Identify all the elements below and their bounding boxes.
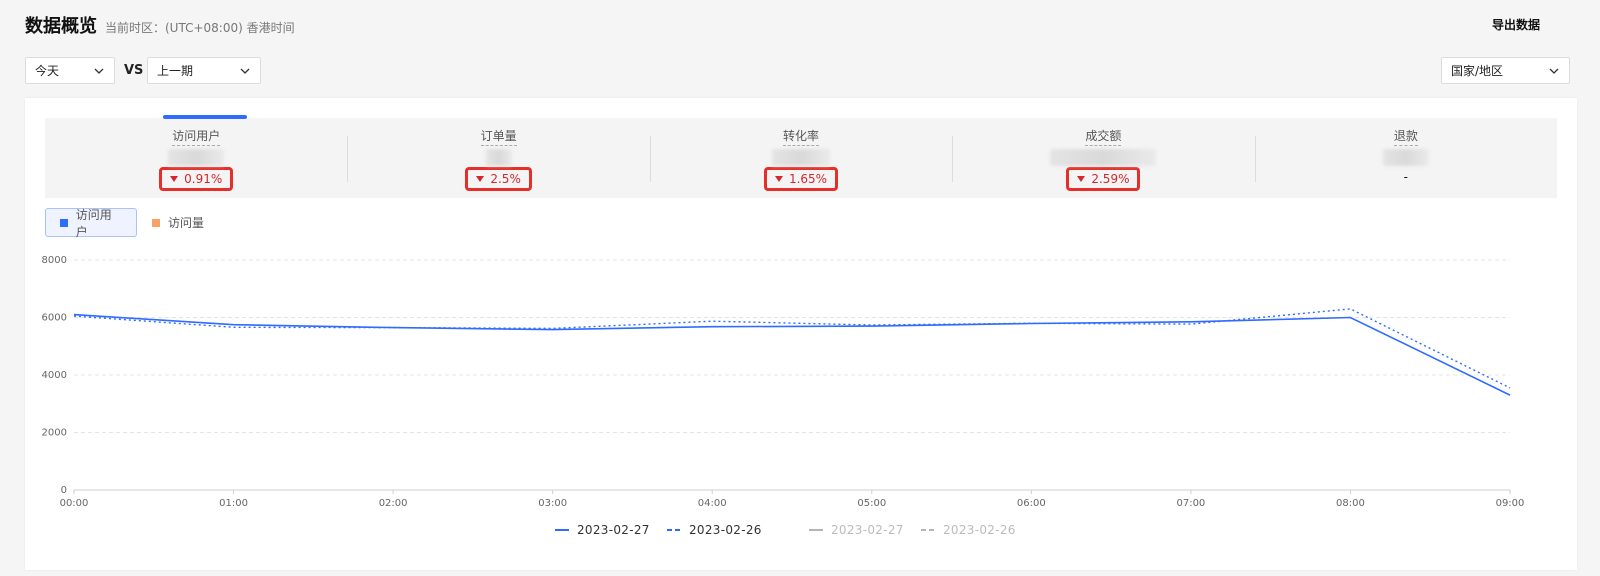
compare-select[interactable]: 上一期 [147,57,261,84]
y-tick-label: 0 [61,485,67,496]
y-tick-label: 8000 [42,255,67,266]
line-chart: 0 2000 4000 6000 8000 00:00 01:00 02:00 03:00 04:… [42,255,1525,537]
x-tick-label: 01:00 [219,498,248,509]
x-tick-label: 04:00 [698,498,727,509]
page-title: 数据概览 [25,16,97,37]
timezone-label: 当前时区：(UTC+08:00) 香港时间 [105,21,295,35]
x-tick-label: 00:00 [60,498,89,509]
y-tick-label: 6000 [42,313,67,324]
chevron-down-icon [1549,68,1559,74]
legend-label: 2023-02-27 [831,523,904,537]
vs-label: VS [124,63,144,78]
export-button[interactable]: 导出数据 [1492,16,1540,33]
x-tick-label: 09:00 [1496,498,1525,509]
chevron-down-icon [240,68,250,74]
period-select[interactable]: 今天 [25,57,115,84]
overview-panel: 访问用户 0.91% 订单量 2.5% 转化率 1.65% 成交额 2.59% … [25,98,1577,570]
compare-select-value: 上一期 [157,64,194,78]
x-tick-label: 06:00 [1017,498,1046,509]
y-tick-label: 4000 [42,370,67,381]
legend-label: 2023-02-26 [689,523,762,537]
legend-label: 2023-02-26 [943,523,1016,537]
y-tick-label: 2000 [42,428,67,439]
x-tick-label: 07:00 [1176,498,1205,509]
region-select-value: 国家/地区 [1451,64,1504,78]
region-select[interactable]: 国家/地区 [1441,57,1570,84]
series-line-1 [73,308,1511,389]
page-header: 数据概览 当前时区：(UTC+08:00) 香港时间 [25,12,295,38]
x-tick-label: 05:00 [857,498,886,509]
period-select-value: 今天 [35,64,60,78]
x-tick-label: 03:00 [538,498,567,509]
legend-label: 2023-02-27 [577,523,650,537]
x-tick-label: 08:00 [1336,498,1365,509]
chevron-down-icon [94,68,104,74]
x-tick-label: 02:00 [379,498,408,509]
series-line-0 [73,313,1511,396]
